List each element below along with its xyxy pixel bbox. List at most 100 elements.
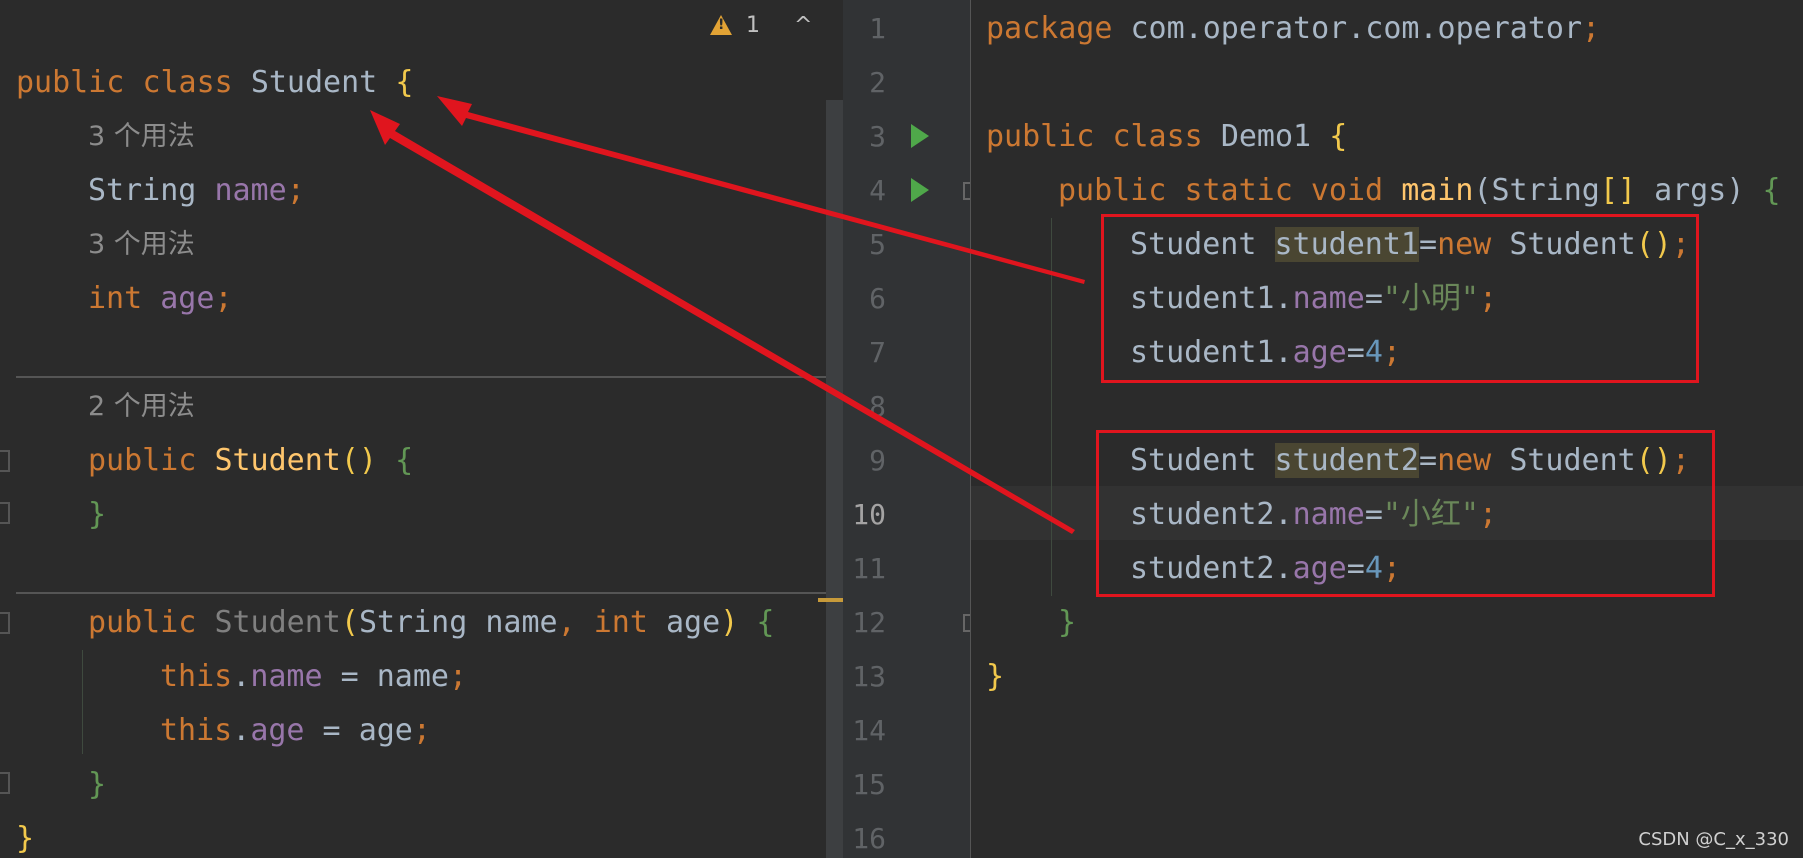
- keyword: class: [1112, 119, 1203, 154]
- param-name: age: [358, 713, 413, 748]
- assign-age-line[interactable]: this.age = age;: [160, 704, 431, 758]
- semicolon: ;: [449, 659, 468, 694]
- package-name: com.operator.com.operator: [1112, 11, 1583, 46]
- line-number: 2: [869, 66, 886, 99]
- constructor-name: Student: [214, 605, 341, 640]
- field-line-age[interactable]: int age;: [88, 272, 233, 326]
- constructor-name: Student: [214, 443, 341, 478]
- field-name: age: [160, 281, 215, 316]
- operator: =: [304, 713, 359, 748]
- dot: .: [232, 659, 251, 694]
- paren: ): [1726, 173, 1745, 208]
- right-editor-pane[interactable]: package com.operator.com.operator; publi…: [971, 0, 1803, 858]
- fold-marker-icon[interactable]: [0, 502, 10, 524]
- brace: {: [1762, 173, 1781, 208]
- brace: {: [395, 443, 414, 478]
- watermark: CSDN @C_x_330: [1638, 829, 1789, 850]
- keyword: void: [1310, 173, 1384, 208]
- method-name: main: [1401, 173, 1474, 208]
- constructor-default-close: }: [88, 497, 107, 532]
- keyword: static: [1184, 173, 1293, 208]
- line-number: 15: [852, 768, 886, 801]
- fold-marker-icon[interactable]: [963, 614, 970, 632]
- line-number: 1: [869, 12, 886, 45]
- line-number: 3: [869, 120, 886, 153]
- dot: .: [232, 713, 251, 748]
- parens: (): [340, 443, 377, 478]
- warning-count: 1: [746, 12, 760, 38]
- line-number: 9: [869, 444, 886, 477]
- keyword: public: [88, 443, 197, 478]
- keyword: public: [986, 119, 1095, 154]
- brace: {: [395, 65, 414, 100]
- line-number: 7: [869, 336, 886, 369]
- usage-hint[interactable]: 2 个用法: [88, 380, 195, 434]
- code-line-3[interactable]: public class Demo1 {: [986, 110, 1347, 164]
- scrollbar-warning-marker[interactable]: [818, 598, 843, 602]
- vertical-scrollbar[interactable]: [826, 100, 843, 858]
- chevron-up-icon[interactable]: ^: [794, 13, 812, 38]
- fold-marker-icon[interactable]: [963, 182, 970, 200]
- usage-hint[interactable]: 3 个用法: [88, 218, 195, 272]
- array-brackets: []: [1599, 173, 1636, 208]
- semicolon: ;: [286, 173, 305, 208]
- param-name: name: [485, 605, 558, 640]
- class-name: Student: [250, 65, 378, 100]
- indent-guide: [82, 650, 83, 754]
- line-number: 6: [869, 282, 886, 315]
- constructor-params-line[interactable]: public Student(String name, int age) {: [88, 596, 774, 650]
- operator: =: [322, 659, 377, 694]
- keyword: public: [88, 605, 197, 640]
- brace: {: [1329, 119, 1348, 154]
- line-number: 11: [852, 552, 886, 585]
- code-line-1[interactable]: package com.operator.com.operator;: [986, 2, 1600, 56]
- indent-guide: [1051, 218, 1052, 596]
- class-close-brace: }: [16, 821, 35, 856]
- field-name: name: [214, 173, 287, 208]
- keyword: public: [1058, 173, 1167, 208]
- line-number: 14: [852, 714, 886, 747]
- line-number: 13: [852, 660, 886, 693]
- run-class-icon[interactable]: [911, 124, 929, 148]
- code-line-12: }: [1058, 605, 1077, 640]
- field-name: age: [250, 713, 305, 748]
- annotation-box-student2: [1096, 430, 1715, 597]
- class-declaration-line[interactable]: public class Student {: [16, 56, 413, 110]
- code-line-4[interactable]: public static void main(String[] args) {: [1058, 164, 1781, 218]
- param-name: args: [1654, 173, 1727, 208]
- type-name: String: [88, 173, 197, 208]
- line-number-gutter[interactable]: 1 2 3 4 5 6 7 8 9 10 11 12 13 14 15 16: [843, 0, 971, 858]
- keyword: public: [16, 65, 125, 100]
- keyword: package: [986, 11, 1113, 46]
- brace: {: [756, 605, 775, 640]
- fold-marker-icon[interactable]: [0, 450, 10, 472]
- field-name: name: [250, 659, 323, 694]
- paren: (: [340, 605, 359, 640]
- keyword: class: [142, 65, 233, 100]
- annotation-box-student1: [1101, 214, 1699, 383]
- inspection-widget[interactable]: 1 ^ v: [710, 10, 843, 40]
- keyword: this: [160, 713, 233, 748]
- line-number: 8: [869, 390, 886, 423]
- keyword: this: [160, 659, 233, 694]
- param-name: age: [666, 605, 721, 640]
- comma: ,: [557, 605, 576, 640]
- constructor-default-line[interactable]: public Student() {: [88, 434, 413, 488]
- param-name: name: [376, 659, 449, 694]
- line-number: 4: [869, 174, 886, 207]
- class-name: Demo1: [1220, 119, 1312, 154]
- field-line-name[interactable]: String name;: [88, 164, 305, 218]
- left-editor-pane[interactable]: 1 ^ v public class Student { 3 个用法 Strin…: [0, 0, 843, 858]
- fold-marker-icon[interactable]: [0, 612, 10, 634]
- semicolon: ;: [1582, 11, 1601, 46]
- fold-marker-icon[interactable]: [0, 772, 10, 794]
- code-line-13: }: [986, 659, 1005, 694]
- warning-icon[interactable]: [710, 15, 732, 35]
- type-name: int: [593, 605, 648, 640]
- run-main-icon[interactable]: [911, 178, 929, 202]
- semicolon: ;: [214, 281, 233, 316]
- usage-hint[interactable]: 3 个用法: [88, 110, 195, 164]
- semicolon: ;: [412, 713, 431, 748]
- assign-name-line[interactable]: this.name = name;: [160, 650, 467, 704]
- line-number: 12: [852, 606, 886, 639]
